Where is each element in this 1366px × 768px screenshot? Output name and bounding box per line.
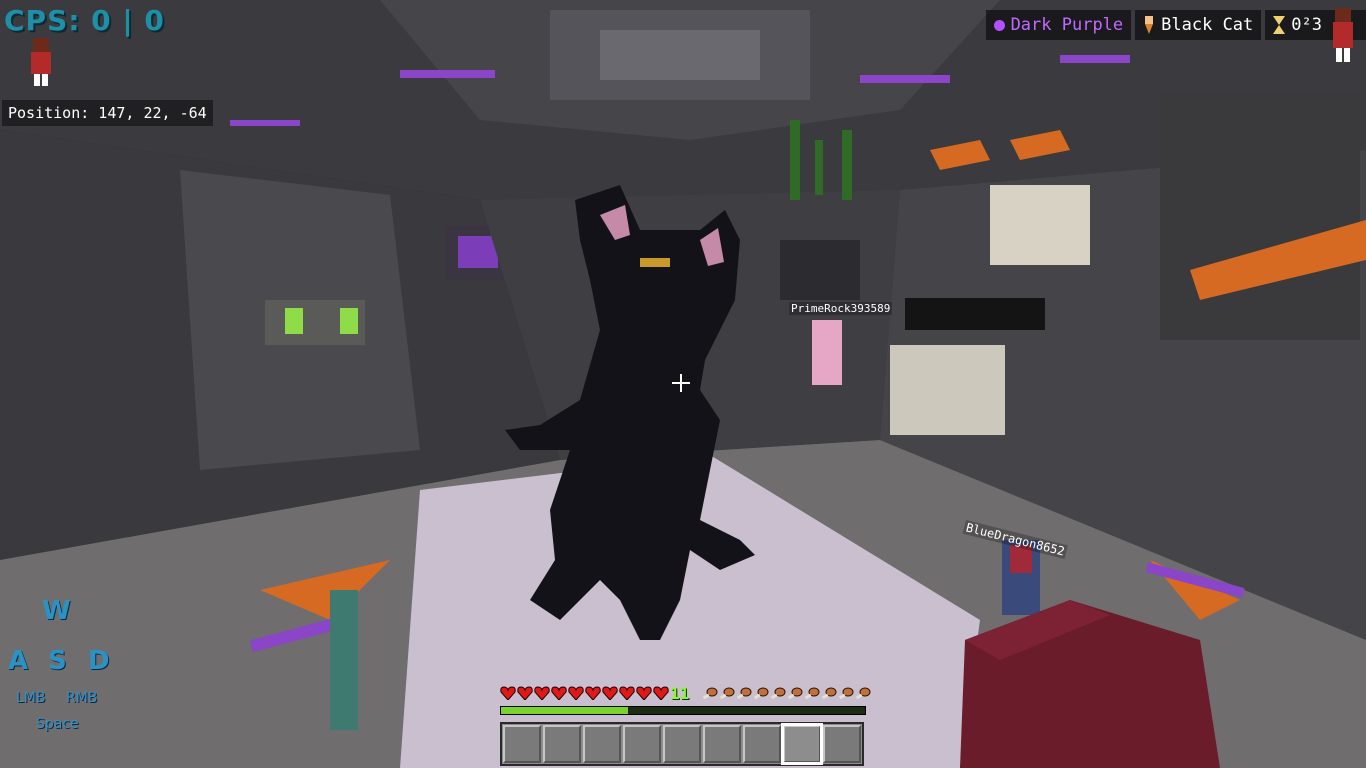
drumstick-icon (736, 687, 752, 700)
keystrokes-overlay: W A S D LMB RMB Space (0, 590, 120, 740)
heart-icon (534, 686, 550, 700)
drumstick-icon (702, 687, 718, 700)
position-readout: Position: 147, 22, -64 (2, 100, 213, 126)
drumstick-icon (838, 687, 854, 700)
heart-icon (568, 686, 584, 700)
purple-dot-icon (993, 19, 1005, 31)
cosmetic-label: Black Cat (1161, 15, 1254, 35)
hotbar-slot[interactable] (703, 725, 741, 763)
key-d: D (88, 646, 110, 676)
hotbar (500, 722, 864, 766)
xp-bar-fill (501, 707, 629, 714)
hunger-bar (702, 686, 871, 700)
drumstick-icon (821, 687, 837, 700)
drumstick-icon (770, 687, 786, 700)
hotbar-slot[interactable] (781, 723, 823, 765)
heart-icon (551, 686, 567, 700)
heart-icon (500, 686, 516, 700)
heart-icon (619, 686, 635, 700)
key-s: S (48, 646, 67, 676)
hotbar-slot[interactable] (823, 725, 861, 763)
heart-icon (653, 686, 669, 700)
color-status-pill: Dark Purple (985, 10, 1132, 40)
opponent-skin-preview (1333, 8, 1353, 62)
health-bar (500, 686, 669, 700)
drumstick-icon (719, 687, 735, 700)
heart-icon (602, 686, 618, 700)
drumstick-icon (787, 687, 803, 700)
heart-icon (585, 686, 601, 700)
hotbar-slot[interactable] (503, 725, 541, 763)
heart-icon (636, 686, 652, 700)
key-rmb: RMB (66, 690, 98, 706)
timer-label: 0²3 (1291, 15, 1322, 35)
key-lmb: LMB (16, 690, 46, 706)
key-w: W (42, 596, 71, 626)
hourglass-icon (1273, 16, 1286, 34)
crosshair-icon (672, 374, 690, 392)
heart-icon (517, 686, 533, 700)
timer-status-pill: 0²3 (1265, 8, 1366, 62)
xp-bar (500, 706, 866, 715)
hotbar-slot[interactable] (663, 725, 701, 763)
top-status-bar: Dark Purple Black Cat 0²3 (985, 8, 1366, 62)
hotbar-slot[interactable] (583, 725, 621, 763)
drumstick-icon (753, 687, 769, 700)
hotbar-slot[interactable] (543, 725, 581, 763)
xp-level: 11 (670, 684, 690, 703)
cps-counter: CPS: 0 | 0 (4, 4, 165, 37)
cosmetic-status-pill: Black Cat (1135, 10, 1262, 40)
key-space: Space (36, 716, 79, 732)
key-a: A (8, 646, 29, 676)
color-label: Dark Purple (1010, 15, 1124, 35)
ice-cream-icon (1145, 16, 1154, 34)
hotbar-slot[interactable] (743, 725, 781, 763)
drumstick-icon (855, 687, 871, 700)
drumstick-icon (804, 687, 820, 700)
player-nametag: PrimeRock393589 (789, 302, 893, 315)
hotbar-slot[interactable] (623, 725, 661, 763)
player-skin-preview (31, 38, 51, 86)
